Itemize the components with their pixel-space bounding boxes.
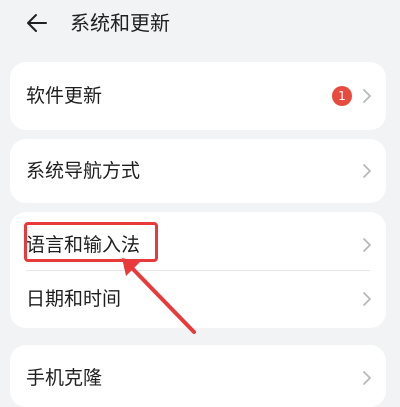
back-arrow-icon[interactable] — [24, 10, 50, 36]
system-navigation-card: 系统导航方式 — [10, 139, 386, 203]
chevron-right-icon — [363, 164, 371, 178]
update-count-badge: 1 — [332, 86, 352, 106]
software-update-card: 软件更新 1 — [10, 62, 386, 130]
chevron-right-icon — [363, 89, 371, 103]
settings-item-system-navigation[interactable]: 系统导航方式 — [10, 139, 386, 203]
page-title: 系统和更新 — [70, 11, 170, 35]
settings-item-label: 软件更新 — [26, 85, 103, 107]
title-bar: 系统和更新 — [0, 0, 400, 50]
annotation-arrow-icon — [122, 258, 196, 334]
chevron-right-icon — [363, 292, 371, 306]
chevron-right-icon — [363, 238, 371, 252]
settings-item-label: 日期和时间 — [26, 288, 122, 310]
settings-item-phone-clone[interactable]: 手机克隆 — [10, 345, 386, 391]
settings-item-label: 系统导航方式 — [26, 160, 141, 182]
phone-clone-card: 手机克隆 — [10, 345, 386, 407]
settings-item-label: 手机克隆 — [26, 367, 103, 389]
settings-item-software-update[interactable]: 软件更新 1 — [10, 62, 386, 130]
chevron-right-icon — [363, 371, 371, 385]
